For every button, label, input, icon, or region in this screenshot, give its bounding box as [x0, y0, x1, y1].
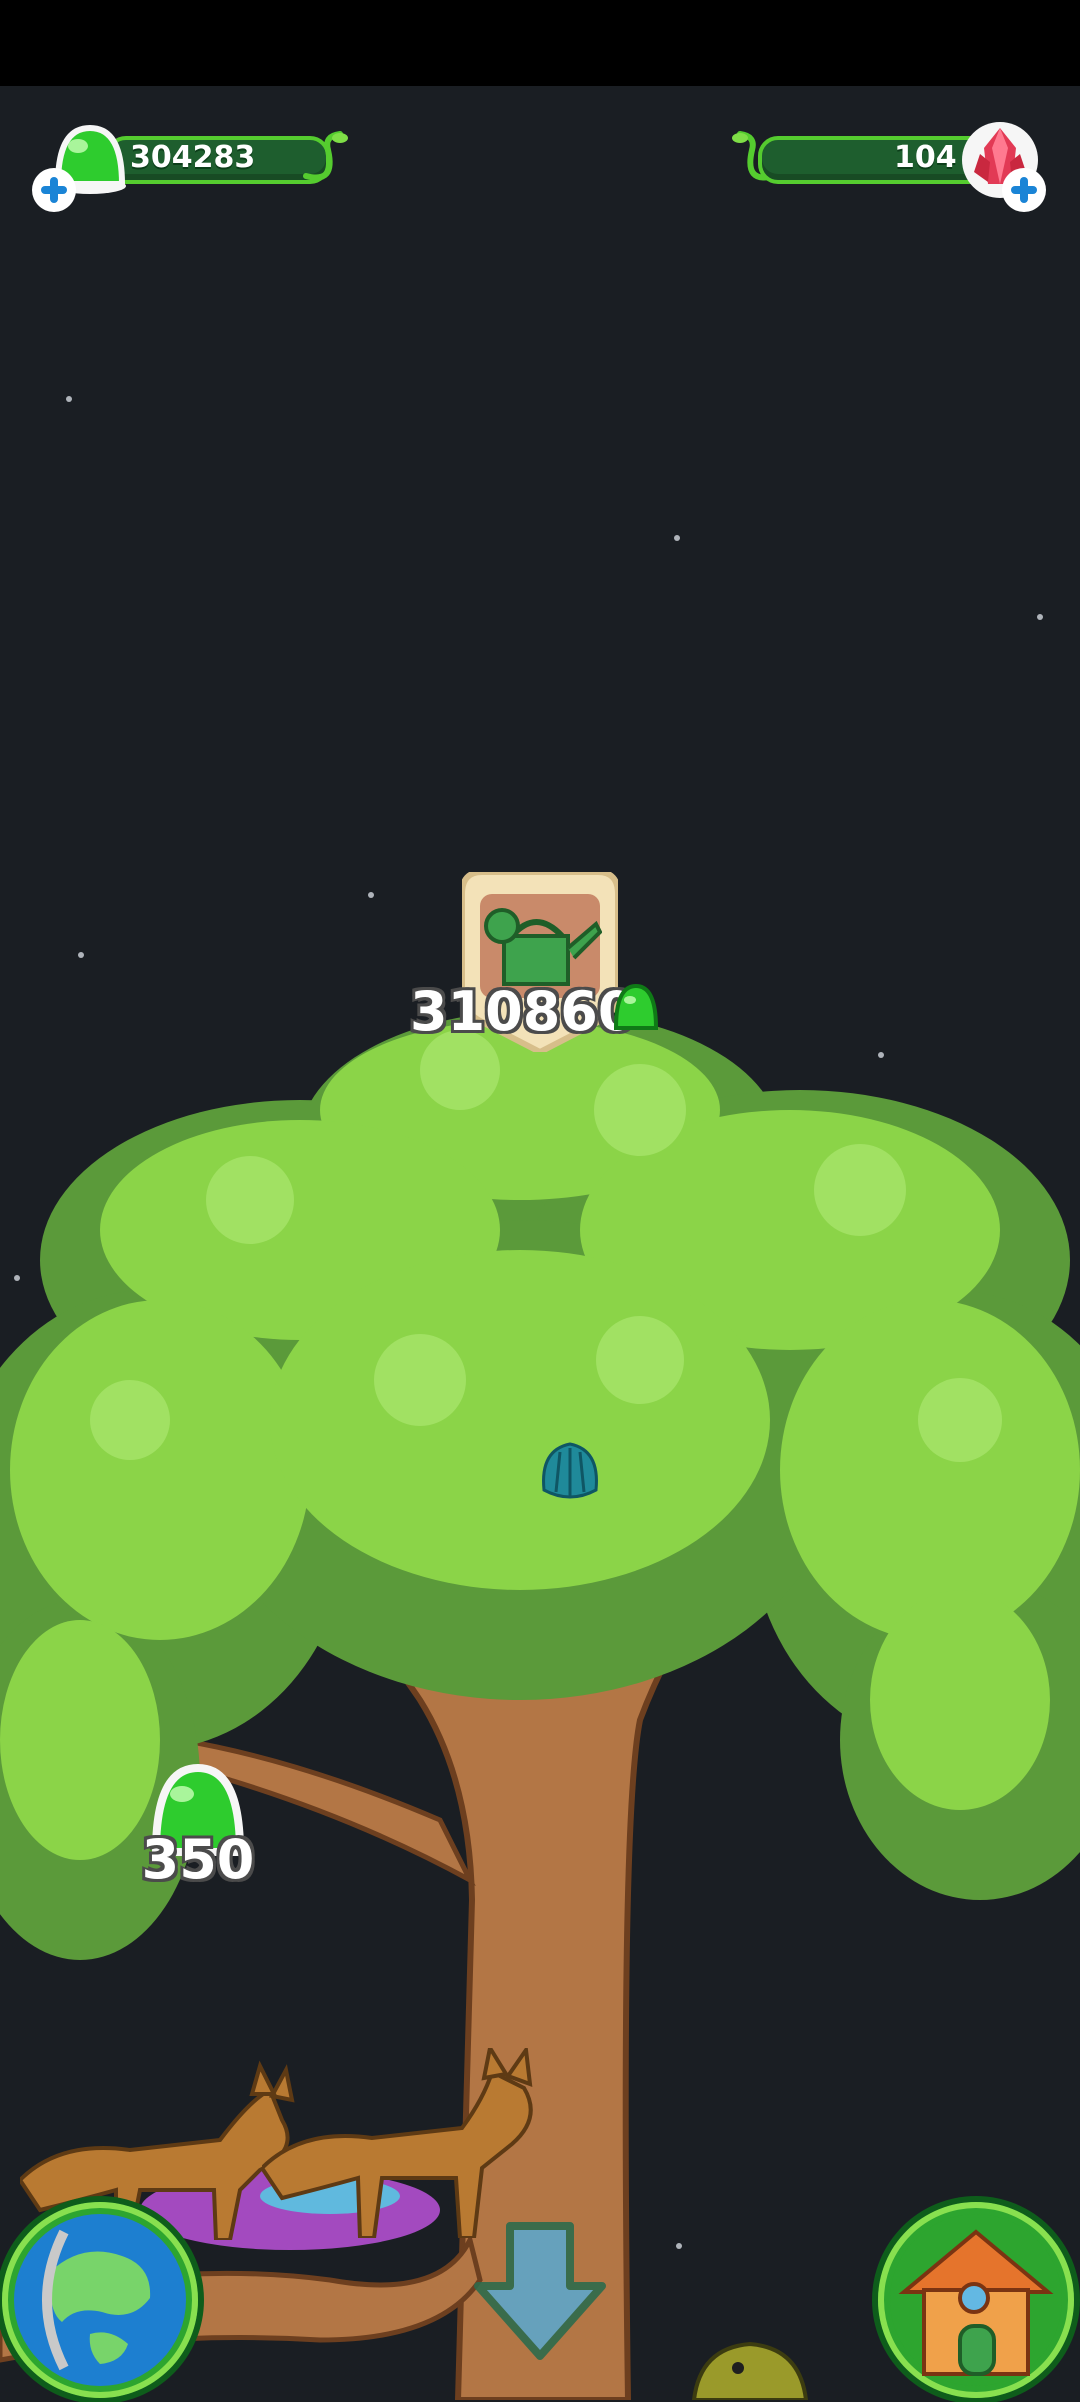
- globe-icon: [14, 2214, 186, 2386]
- scroll-down-button[interactable]: [470, 2216, 610, 2366]
- star: [368, 892, 374, 898]
- arrow-down-icon: [474, 2222, 606, 2360]
- star: [66, 396, 72, 402]
- status-bar: [0, 0, 1080, 86]
- vine-icon: [300, 128, 350, 192]
- star: [674, 535, 680, 541]
- house-icon: [890, 2214, 1062, 2386]
- fox-right: [262, 2048, 533, 2238]
- add-gum-button[interactable]: [32, 168, 76, 212]
- gum-drop-value: 350: [141, 1828, 255, 1891]
- turtle: [691, 2341, 809, 2400]
- home-button[interactable]: [878, 2202, 1074, 2398]
- gum-currency[interactable]: 304283: [30, 122, 350, 212]
- star: [78, 952, 84, 958]
- gum-drop-icon: [612, 982, 660, 1038]
- add-gem-button[interactable]: [1002, 168, 1046, 212]
- plus-icon: [41, 177, 67, 203]
- gem-currency[interactable]: 104: [730, 122, 1060, 212]
- gum-count: 304283: [130, 140, 256, 175]
- upgrade-cost: 310860: [410, 980, 636, 1043]
- plus-icon: [1011, 177, 1037, 203]
- world-map-button[interactable]: [2, 2202, 198, 2398]
- star: [1037, 614, 1043, 620]
- gem-count: 104: [894, 140, 957, 175]
